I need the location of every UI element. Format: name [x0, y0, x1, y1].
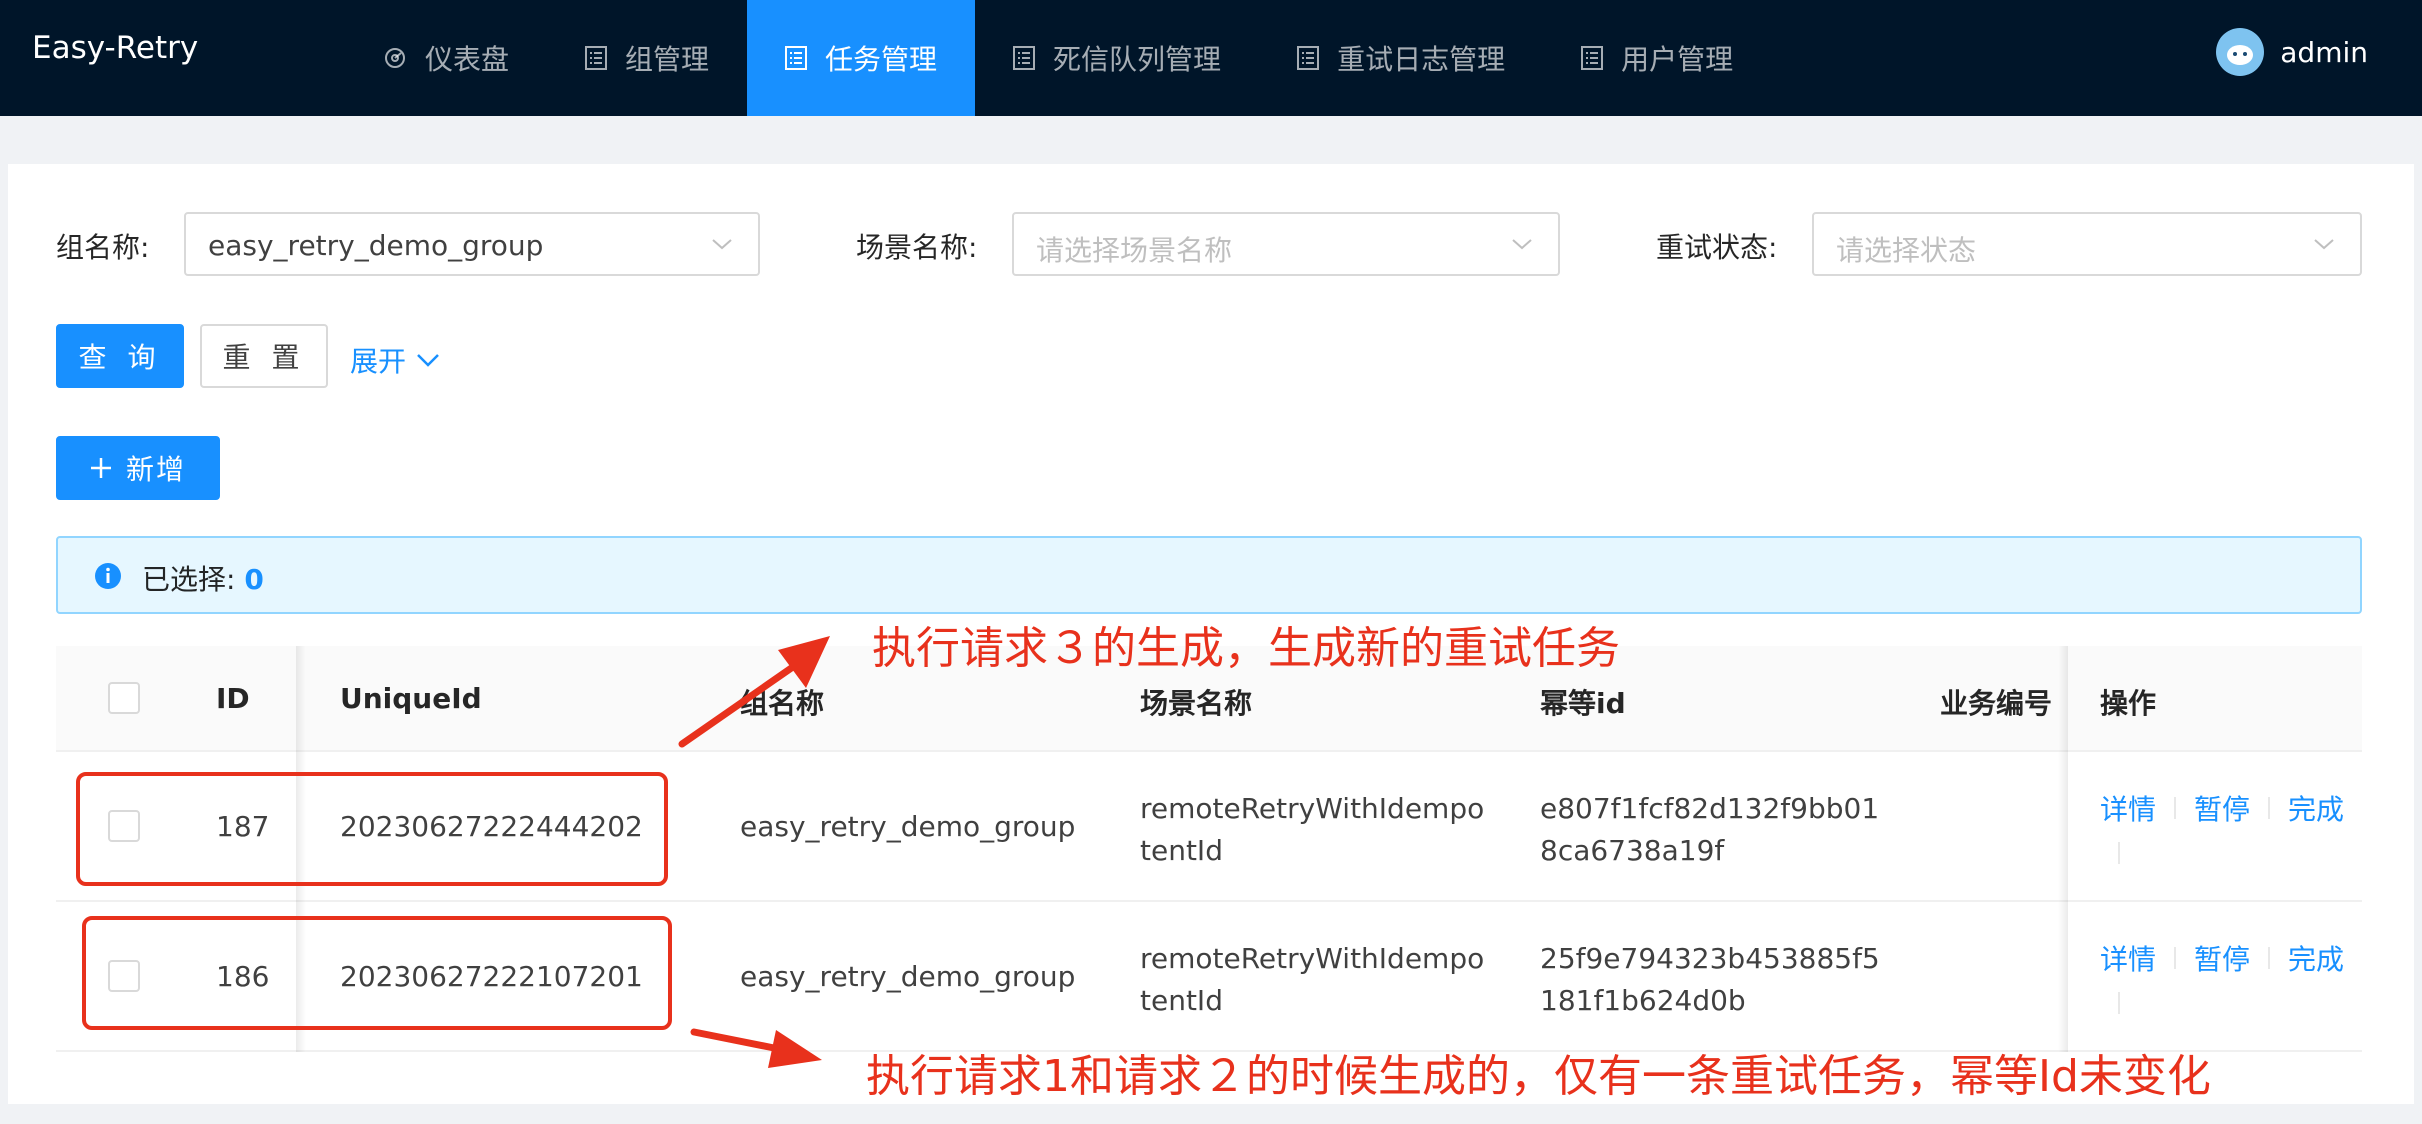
annotation-text-top: 执行请求３的生成，生成新的重试任务: [872, 623, 1620, 674]
annotation-arrow-right: [690, 1028, 822, 1068]
annotation-arrows: [678, 636, 830, 1068]
annotation-arrow-up: [678, 636, 830, 748]
annotation-text-bottom: 执行请求1和请求２的时候生成的，仅有一条重试任务，幂等Id未变化: [866, 1051, 2211, 1102]
